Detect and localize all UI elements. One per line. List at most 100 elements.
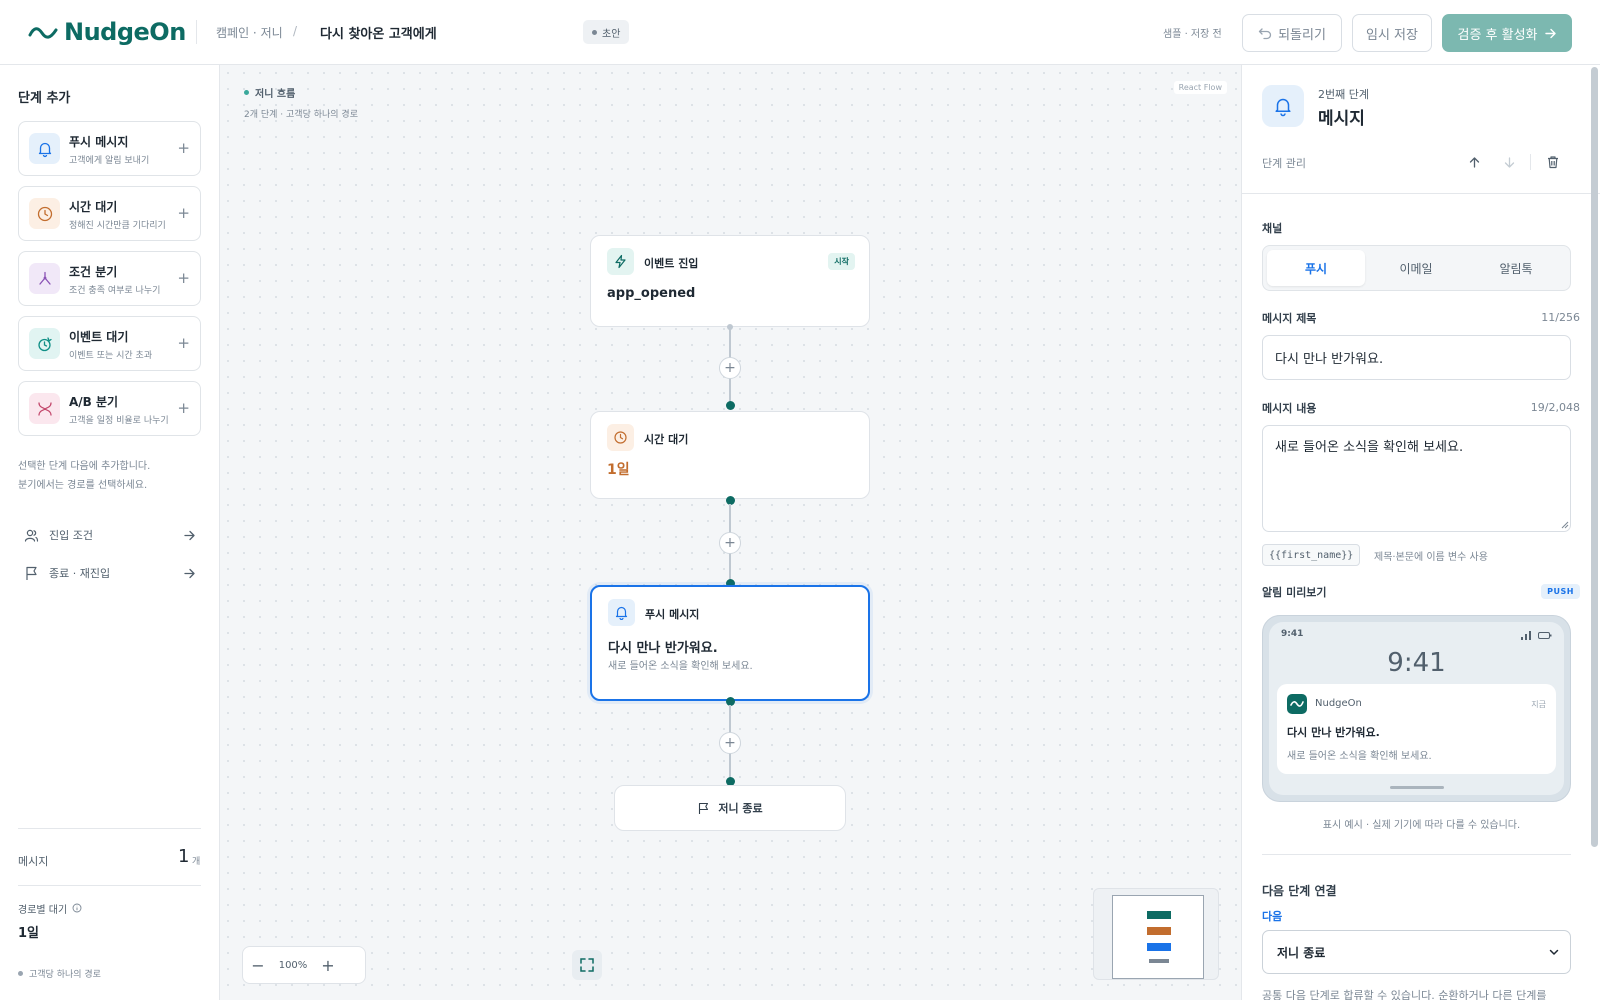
channel-selector: 푸시 이메일 알림톡 xyxy=(1262,245,1571,291)
flow-title: 저니 흐름 xyxy=(244,85,295,100)
react-flow-attribution[interactable]: React Flow xyxy=(1173,81,1227,94)
activate-button-label: 검증 후 활성화 xyxy=(1457,27,1538,43)
zoom-controls: − 100% + xyxy=(242,946,366,984)
sidebar-title: 단계 추가 xyxy=(18,91,71,106)
delete-step-button[interactable] xyxy=(1542,151,1564,173)
step-manage-label: 단계 관리 xyxy=(1262,157,1306,170)
add-step-condition-desc: 조건 충족 여부로 나누기 xyxy=(69,286,161,296)
lightning-icon xyxy=(607,248,634,275)
node-time-wait[interactable]: 시간 대기 1일 xyxy=(590,411,870,499)
wait-per-path-label: 경로별 대기 xyxy=(18,905,68,916)
add-step-button[interactable]: + xyxy=(719,357,741,379)
phone-status-time: 9:41 xyxy=(1281,629,1304,639)
message-title-input[interactable] xyxy=(1262,335,1571,380)
flow-title-text: 저니 흐름 xyxy=(255,89,296,100)
chevron-down-icon xyxy=(1549,949,1559,955)
first-name-variable-chip[interactable]: {{first_name}} xyxy=(1262,544,1361,566)
message-body-count: 19/2,048 xyxy=(1530,401,1580,414)
node-event-entry[interactable]: 이벤트 진입 시작 app_opened xyxy=(590,235,870,327)
top-bar: NudgeOn 캠페인 · 저니 / 다시 찾아온 고객에게 초안 샘플 · 저… xyxy=(0,0,1600,65)
message-title-label: 메시지 제목 xyxy=(1262,312,1317,325)
activate-button[interactable]: 검증 후 활성화 xyxy=(1442,14,1572,52)
notification-title: 다시 만나 반가워요. xyxy=(1287,726,1380,739)
move-up-button[interactable] xyxy=(1463,151,1485,173)
preview-label: 알림 미리보기 xyxy=(1262,586,1327,599)
phone-screen: 9:41 9:41 NudgeOn 지금 다시 만나 반가워요. 새로 들어온 … xyxy=(1269,622,1564,795)
arrow-down-icon xyxy=(1504,156,1514,168)
resize-handle-icon[interactable] xyxy=(1561,521,1569,529)
add-step-button[interactable]: + xyxy=(719,732,741,754)
fit-view-icon xyxy=(580,958,594,972)
node-event-entry-value: app_opened xyxy=(607,286,696,301)
clock-icon xyxy=(607,424,634,451)
minimap-node-entry xyxy=(1147,911,1171,919)
breadcrumb[interactable]: 캠페인 · 저니 xyxy=(216,24,283,41)
push-notification-card: NudgeOn 지금 다시 만나 반가워요. 새로 들어온 소식을 확인해 보세… xyxy=(1277,684,1556,774)
add-step-condition-label: 조건 분기 xyxy=(69,265,118,279)
next-step-sublabel: 다음 xyxy=(1262,910,1283,923)
flow-canvas[interactable]: 저니 흐름 2개 단계 · 고객당 하나의 경로 React Flow 이벤트 … xyxy=(220,65,1241,1000)
next-step-select[interactable]: 저니 종료 xyxy=(1262,930,1571,974)
node-journey-end[interactable]: 저니 종료 xyxy=(614,785,846,831)
logo[interactable]: NudgeOn xyxy=(28,18,186,46)
zoom-level: 100% xyxy=(278,959,308,971)
panel-divider xyxy=(1242,193,1600,194)
flow-subtitle: 2개 단계 · 고객당 하나의 경로 xyxy=(244,110,358,120)
undo-button[interactable]: 되돌리기 xyxy=(1242,14,1342,52)
channel-tab-push[interactable]: 푸시 xyxy=(1267,250,1365,286)
message-count-unit: 개 xyxy=(192,857,201,867)
step-settings-panel: 2번째 단계 메시지 단계 관리 채널 푸시 이메일 알림톡 메시지 제목 11… xyxy=(1241,65,1600,1000)
add-step-event-wait-label: 이벤트 대기 xyxy=(69,330,129,344)
bell-icon xyxy=(608,599,635,626)
info-icon[interactable] xyxy=(72,903,82,913)
page-title[interactable]: 다시 찾아온 고객에게 xyxy=(320,23,437,42)
node-push-body: 새로 들어온 소식을 확인해 보세요. xyxy=(608,661,753,672)
signal-icon xyxy=(1521,631,1531,640)
home-indicator xyxy=(1389,786,1444,789)
ab-split-icon xyxy=(29,393,60,424)
notification-body: 새로 들어온 소식을 확인해 보세요. xyxy=(1287,751,1432,762)
entry-condition-link[interactable]: 진입 조건 xyxy=(24,524,196,546)
node-handle[interactable] xyxy=(726,401,735,410)
sidebar-hint-1: 선택한 단계 다음에 추가합니다. xyxy=(18,461,151,472)
add-step-condition[interactable]: 조건 분기 조건 충족 여부로 나누기 + xyxy=(18,251,201,306)
panel-scrollbar[interactable] xyxy=(1591,67,1598,847)
plus-icon: + xyxy=(177,399,190,417)
add-step-ab-split[interactable]: A/B 분기 고객을 일정 비율로 나누기 + xyxy=(18,381,201,436)
add-step-event-wait[interactable]: 이벤트 대기 이벤트 또는 시간 초과 + xyxy=(18,316,201,371)
minimap-viewport xyxy=(1112,895,1204,979)
flag-icon xyxy=(26,566,37,580)
node-time-wait-label: 시간 대기 xyxy=(644,433,689,446)
add-step-wait-desc: 정해진 시간만큼 기다리기 xyxy=(69,221,166,231)
message-body-textarea[interactable]: 새로 들어온 소식을 확인해 보세요. xyxy=(1262,425,1571,532)
undo-button-label: 되돌리기 xyxy=(1278,27,1326,43)
add-step-wait[interactable]: 시간 대기 정해진 시간만큼 기다리기 + xyxy=(18,186,201,241)
minimap[interactable] xyxy=(1093,888,1219,980)
sidebar-divider xyxy=(18,828,201,829)
logo-text: NudgeOn xyxy=(64,18,186,46)
save-draft-button[interactable]: 임시 저장 xyxy=(1352,14,1432,52)
flow-title-dot xyxy=(244,90,249,95)
add-step-button[interactable]: + xyxy=(719,532,741,554)
message-count-label: 메시지 xyxy=(18,855,49,868)
fit-view-button[interactable] xyxy=(572,950,602,980)
save-state-text: 샘플 · 저장 전 xyxy=(1163,29,1222,40)
channel-tab-alimtalk[interactable]: 알림톡 xyxy=(1467,250,1565,286)
plus-icon: + xyxy=(177,204,190,222)
add-step-ab-split-desc: 고객을 일정 비율로 나누기 xyxy=(69,416,169,426)
entry-condition-label: 진입 조건 xyxy=(49,529,93,542)
node-time-wait-value: 1일 xyxy=(607,462,630,478)
variable-hint: 제목·본문에 이름 변수 사용 xyxy=(1374,552,1488,563)
move-down-button[interactable] xyxy=(1498,151,1520,173)
branch-icon xyxy=(29,263,60,294)
zoom-out-button[interactable]: − xyxy=(243,946,273,984)
channel-tab-email[interactable]: 이메일 xyxy=(1367,250,1465,286)
phone-lockscreen-clock: 9:41 xyxy=(1387,648,1446,678)
add-step-push[interactable]: 푸시 메시지 고객에게 알림 보내기 + xyxy=(18,121,201,176)
node-event-entry-label: 이벤트 진입 xyxy=(644,257,699,270)
push-tag: PUSH xyxy=(1541,584,1580,599)
node-push-message[interactable]: 푸시 메시지 다시 만나 반가워요. 새로 들어온 소식을 확인해 보세요. xyxy=(590,585,870,701)
zoom-in-button[interactable]: + xyxy=(313,946,343,984)
phone-preview: 9:41 9:41 NudgeOn 지금 다시 만나 반가워요. 새로 들어온 … xyxy=(1262,615,1571,802)
exit-reentry-link[interactable]: 종료 · 재진입 xyxy=(24,562,196,584)
